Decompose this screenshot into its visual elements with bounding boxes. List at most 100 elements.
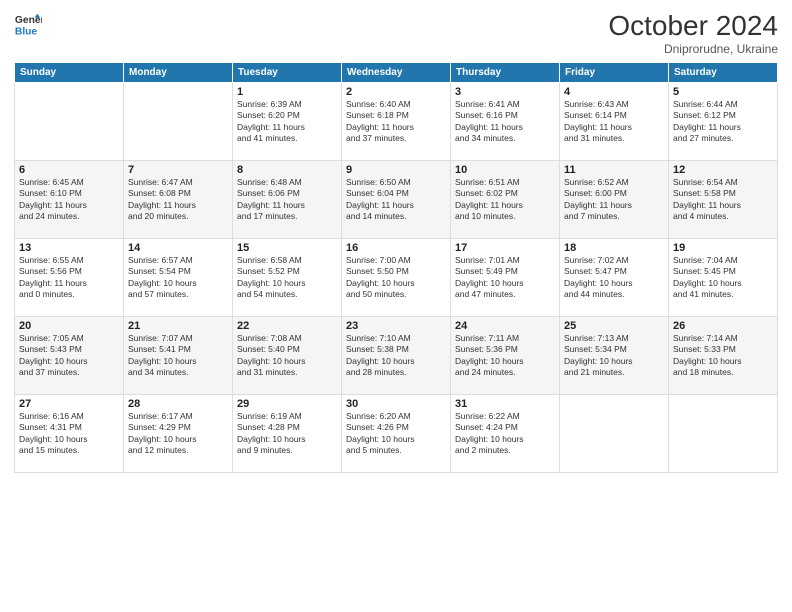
- day-number: 8: [237, 164, 337, 176]
- day-number: 1: [237, 86, 337, 98]
- week-row-1: 1Sunrise: 6:39 AMSunset: 6:20 PMDaylight…: [15, 83, 778, 161]
- title-block: October 2024 Dniprorudne, Ukraine: [608, 10, 778, 56]
- day-number: 4: [564, 86, 664, 98]
- day-number: 21: [128, 320, 228, 332]
- day-number: 27: [19, 398, 119, 410]
- day-cell-4-4: 31Sunrise: 6:22 AMSunset: 4:24 PMDayligh…: [451, 395, 560, 473]
- day-cell-3-6: 26Sunrise: 7:14 AMSunset: 5:33 PMDayligh…: [669, 317, 778, 395]
- logo-icon: General Blue: [14, 10, 42, 38]
- day-cell-3-1: 21Sunrise: 7:07 AMSunset: 5:41 PMDayligh…: [124, 317, 233, 395]
- day-number: 5: [673, 86, 773, 98]
- day-cell-0-3: 2Sunrise: 6:40 AMSunset: 6:18 PMDaylight…: [342, 83, 451, 161]
- day-info: Sunrise: 7:04 AMSunset: 5:45 PMDaylight:…: [673, 255, 773, 301]
- day-info: Sunrise: 7:05 AMSunset: 5:43 PMDaylight:…: [19, 333, 119, 379]
- day-cell-4-3: 30Sunrise: 6:20 AMSunset: 4:26 PMDayligh…: [342, 395, 451, 473]
- day-info: Sunrise: 6:19 AMSunset: 4:28 PMDaylight:…: [237, 411, 337, 457]
- day-number: 9: [346, 164, 446, 176]
- header-monday: Monday: [124, 63, 233, 83]
- day-number: 17: [455, 242, 555, 254]
- weekday-header-row: Sunday Monday Tuesday Wednesday Thursday…: [15, 63, 778, 83]
- day-info: Sunrise: 6:41 AMSunset: 6:16 PMDaylight:…: [455, 99, 555, 145]
- day-cell-2-0: 13Sunrise: 6:55 AMSunset: 5:56 PMDayligh…: [15, 239, 124, 317]
- day-number: 6: [19, 164, 119, 176]
- day-cell-2-3: 16Sunrise: 7:00 AMSunset: 5:50 PMDayligh…: [342, 239, 451, 317]
- day-info: Sunrise: 7:02 AMSunset: 5:47 PMDaylight:…: [564, 255, 664, 301]
- day-cell-3-0: 20Sunrise: 7:05 AMSunset: 5:43 PMDayligh…: [15, 317, 124, 395]
- header: General Blue October 2024 Dniprorudne, U…: [14, 10, 778, 56]
- day-number: 20: [19, 320, 119, 332]
- day-cell-1-1: 7Sunrise: 6:47 AMSunset: 6:08 PMDaylight…: [124, 161, 233, 239]
- day-info: Sunrise: 6:40 AMSunset: 6:18 PMDaylight:…: [346, 99, 446, 145]
- day-number: 24: [455, 320, 555, 332]
- day-cell-1-6: 12Sunrise: 6:54 AMSunset: 5:58 PMDayligh…: [669, 161, 778, 239]
- day-number: 10: [455, 164, 555, 176]
- day-number: 19: [673, 242, 773, 254]
- day-number: 16: [346, 242, 446, 254]
- day-number: 12: [673, 164, 773, 176]
- week-row-2: 6Sunrise: 6:45 AMSunset: 6:10 PMDaylight…: [15, 161, 778, 239]
- day-cell-2-5: 18Sunrise: 7:02 AMSunset: 5:47 PMDayligh…: [560, 239, 669, 317]
- day-info: Sunrise: 6:52 AMSunset: 6:00 PMDaylight:…: [564, 177, 664, 223]
- day-number: 23: [346, 320, 446, 332]
- day-info: Sunrise: 6:39 AMSunset: 6:20 PMDaylight:…: [237, 99, 337, 145]
- day-info: Sunrise: 6:48 AMSunset: 6:06 PMDaylight:…: [237, 177, 337, 223]
- day-info: Sunrise: 6:20 AMSunset: 4:26 PMDaylight:…: [346, 411, 446, 457]
- day-info: Sunrise: 6:51 AMSunset: 6:02 PMDaylight:…: [455, 177, 555, 223]
- calendar-table: Sunday Monday Tuesday Wednesday Thursday…: [14, 62, 778, 473]
- day-info: Sunrise: 6:47 AMSunset: 6:08 PMDaylight:…: [128, 177, 228, 223]
- day-number: 2: [346, 86, 446, 98]
- day-info: Sunrise: 7:14 AMSunset: 5:33 PMDaylight:…: [673, 333, 773, 379]
- day-info: Sunrise: 7:00 AMSunset: 5:50 PMDaylight:…: [346, 255, 446, 301]
- header-wednesday: Wednesday: [342, 63, 451, 83]
- day-cell-4-1: 28Sunrise: 6:17 AMSunset: 4:29 PMDayligh…: [124, 395, 233, 473]
- day-number: 18: [564, 242, 664, 254]
- header-thursday: Thursday: [451, 63, 560, 83]
- day-info: Sunrise: 6:45 AMSunset: 6:10 PMDaylight:…: [19, 177, 119, 223]
- day-number: 13: [19, 242, 119, 254]
- day-info: Sunrise: 6:17 AMSunset: 4:29 PMDaylight:…: [128, 411, 228, 457]
- day-cell-4-2: 29Sunrise: 6:19 AMSunset: 4:28 PMDayligh…: [233, 395, 342, 473]
- day-info: Sunrise: 6:44 AMSunset: 6:12 PMDaylight:…: [673, 99, 773, 145]
- day-cell-0-5: 4Sunrise: 6:43 AMSunset: 6:14 PMDaylight…: [560, 83, 669, 161]
- day-info: Sunrise: 7:13 AMSunset: 5:34 PMDaylight:…: [564, 333, 664, 379]
- day-number: 25: [564, 320, 664, 332]
- day-cell-2-4: 17Sunrise: 7:01 AMSunset: 5:49 PMDayligh…: [451, 239, 560, 317]
- day-cell-3-3: 23Sunrise: 7:10 AMSunset: 5:38 PMDayligh…: [342, 317, 451, 395]
- day-cell-2-1: 14Sunrise: 6:57 AMSunset: 5:54 PMDayligh…: [124, 239, 233, 317]
- day-number: 3: [455, 86, 555, 98]
- month-title: October 2024: [608, 10, 778, 42]
- day-cell-1-0: 6Sunrise: 6:45 AMSunset: 6:10 PMDaylight…: [15, 161, 124, 239]
- day-number: 29: [237, 398, 337, 410]
- header-tuesday: Tuesday: [233, 63, 342, 83]
- day-info: Sunrise: 7:10 AMSunset: 5:38 PMDaylight:…: [346, 333, 446, 379]
- day-cell-1-5: 11Sunrise: 6:52 AMSunset: 6:00 PMDayligh…: [560, 161, 669, 239]
- day-cell-0-6: 5Sunrise: 6:44 AMSunset: 6:12 PMDaylight…: [669, 83, 778, 161]
- day-number: 7: [128, 164, 228, 176]
- day-info: Sunrise: 6:54 AMSunset: 5:58 PMDaylight:…: [673, 177, 773, 223]
- day-number: 22: [237, 320, 337, 332]
- header-sunday: Sunday: [15, 63, 124, 83]
- day-info: Sunrise: 6:16 AMSunset: 4:31 PMDaylight:…: [19, 411, 119, 457]
- day-cell-1-2: 8Sunrise: 6:48 AMSunset: 6:06 PMDaylight…: [233, 161, 342, 239]
- day-cell-1-3: 9Sunrise: 6:50 AMSunset: 6:04 PMDaylight…: [342, 161, 451, 239]
- header-friday: Friday: [560, 63, 669, 83]
- day-cell-0-0: [15, 83, 124, 161]
- day-cell-4-5: [560, 395, 669, 473]
- day-cell-4-6: [669, 395, 778, 473]
- day-info: Sunrise: 7:08 AMSunset: 5:40 PMDaylight:…: [237, 333, 337, 379]
- day-cell-3-5: 25Sunrise: 7:13 AMSunset: 5:34 PMDayligh…: [560, 317, 669, 395]
- day-info: Sunrise: 6:43 AMSunset: 6:14 PMDaylight:…: [564, 99, 664, 145]
- day-number: 11: [564, 164, 664, 176]
- day-info: Sunrise: 6:58 AMSunset: 5:52 PMDaylight:…: [237, 255, 337, 301]
- day-number: 14: [128, 242, 228, 254]
- day-cell-4-0: 27Sunrise: 6:16 AMSunset: 4:31 PMDayligh…: [15, 395, 124, 473]
- week-row-5: 27Sunrise: 6:16 AMSunset: 4:31 PMDayligh…: [15, 395, 778, 473]
- day-cell-2-6: 19Sunrise: 7:04 AMSunset: 5:45 PMDayligh…: [669, 239, 778, 317]
- day-number: 26: [673, 320, 773, 332]
- week-row-3: 13Sunrise: 6:55 AMSunset: 5:56 PMDayligh…: [15, 239, 778, 317]
- day-cell-0-1: [124, 83, 233, 161]
- page: General Blue October 2024 Dniprorudne, U…: [0, 0, 792, 612]
- day-info: Sunrise: 6:55 AMSunset: 5:56 PMDaylight:…: [19, 255, 119, 301]
- day-info: Sunrise: 6:50 AMSunset: 6:04 PMDaylight:…: [346, 177, 446, 223]
- week-row-4: 20Sunrise: 7:05 AMSunset: 5:43 PMDayligh…: [15, 317, 778, 395]
